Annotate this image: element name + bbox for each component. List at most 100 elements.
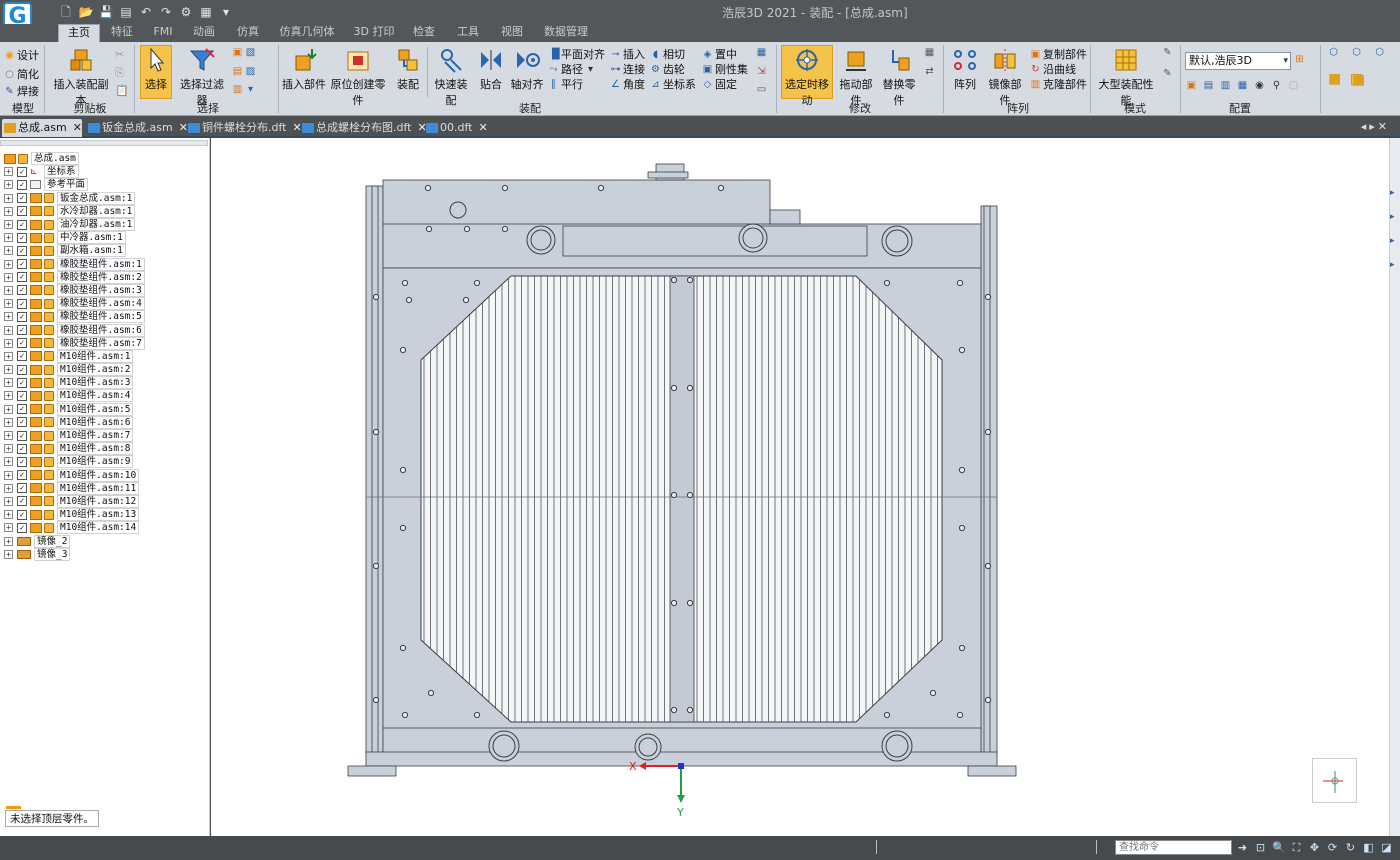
rigid-set-button[interactable]: ▣ 刚性集: [702, 61, 748, 77]
visibility-checkbox[interactable]: ✓: [17, 193, 27, 204]
visibility-checkbox[interactable]: ✓: [17, 364, 27, 375]
close-icon[interactable]: ✕: [73, 121, 82, 134]
view-style-icon[interactable]: ◧: [1362, 841, 1375, 854]
fit-view-icon[interactable]: ⛶: [1290, 841, 1303, 854]
tab-data-management[interactable]: 数据管理: [538, 24, 594, 42]
fix-button[interactable]: ◇ 固定: [702, 76, 737, 92]
visibility-checkbox[interactable]: ✓: [17, 417, 27, 428]
expand-icon[interactable]: +: [4, 510, 13, 520]
along-curve-button[interactable]: ↻ 沿曲线: [1030, 61, 1076, 77]
tab-sim-geometry[interactable]: 仿真几何体: [276, 24, 338, 42]
center-button[interactable]: ◈ 置中: [702, 46, 737, 62]
configuration-select[interactable]: 默认,浩辰3D ▾: [1185, 52, 1291, 70]
open-icon[interactable]: 📂: [78, 4, 94, 20]
expand-icon[interactable]: +: [4, 206, 13, 216]
expand-icon[interactable]: +: [4, 167, 13, 177]
radiator-assembly-model[interactable]: XY: [211, 138, 1389, 836]
redo-icon[interactable]: ↷: [158, 4, 174, 20]
gear-button[interactable]: ⚙ 齿轮: [650, 61, 685, 77]
saveas-icon[interactable]: ▤: [118, 4, 134, 20]
expand-icon[interactable]: +: [4, 391, 13, 401]
expand-icon[interactable]: +: [4, 325, 13, 335]
coordinate-system-button[interactable]: ⊿ 坐标系: [650, 76, 696, 92]
iso-view-1-icon[interactable]: ⬡: [1328, 47, 1339, 58]
undo-icon[interactable]: ↶: [138, 4, 154, 20]
modify-extra-icon-2[interactable]: ⇄: [924, 66, 935, 77]
tree-item[interactable]: + ✓ 橡胶垫组件.asm:4: [4, 297, 145, 311]
tree-item[interactable]: + ✓ M10组件.asm:6: [4, 415, 145, 429]
tab-fmi[interactable]: FMI: [146, 24, 180, 42]
select-tool-icon-1[interactable]: ▣ ▧: [232, 47, 256, 58]
orbit-icon[interactable]: ↻: [1344, 841, 1357, 854]
visibility-checkbox[interactable]: ✓: [17, 285, 27, 296]
simplify-mode-option[interactable]: ○ 简化: [4, 66, 39, 82]
config-tool-4-icon[interactable]: ▦: [1237, 80, 1248, 91]
tab-animation[interactable]: 动画: [186, 24, 222, 42]
visibility-checkbox[interactable]: ✓: [17, 298, 27, 309]
dock-icon[interactable]: ▸: [1390, 236, 1400, 246]
visibility-checkbox[interactable]: ✓: [17, 206, 27, 217]
view-cube[interactable]: [1312, 758, 1357, 803]
close-icon[interactable]: ✕: [478, 121, 487, 134]
visibility-checkbox[interactable]: ✓: [17, 496, 27, 507]
visibility-checkbox[interactable]: ✓: [17, 245, 27, 256]
insert-assembly-copy-button[interactable]: 插入装配副本: [50, 46, 112, 108]
iso-view-2-icon[interactable]: ⬡: [1351, 47, 1362, 58]
replace-part-button[interactable]: 替换零件: [878, 46, 920, 108]
selection-filter-button[interactable]: 选择过滤器: [176, 46, 228, 108]
expand-icon[interactable]: +: [4, 431, 13, 441]
shaded-cube-icon[interactable]: ■: [1328, 72, 1341, 86]
select-tool-icon-2[interactable]: ▤ ▨: [232, 66, 256, 77]
shaded-edges-cube-icon[interactable]: ■: [1351, 73, 1365, 87]
parallel-button[interactable]: ∥ 平行: [548, 76, 583, 92]
expand-icon[interactable]: +: [4, 549, 13, 559]
visibility-checkbox[interactable]: ✓: [17, 272, 27, 283]
paste-icon[interactable]: 📋: [115, 84, 129, 97]
more-icon[interactable]: ▾: [218, 4, 234, 20]
pattern-button[interactable]: 阵列: [948, 46, 982, 92]
connect-button[interactable]: ⊶ 连接: [610, 61, 646, 77]
tree-item[interactable]: + ✓ 橡胶垫组件.asm:2: [4, 270, 145, 284]
tab-features[interactable]: 特征: [104, 24, 140, 42]
move-on-select-button[interactable]: 选定时移动: [781, 45, 833, 107]
tree-item[interactable]: + ✓ 油冷却器.asm:1: [4, 218, 145, 232]
expand-icon[interactable]: +: [4, 312, 13, 322]
visibility-checkbox[interactable]: ✓: [17, 443, 27, 454]
graphics-viewport[interactable]: XY: [211, 138, 1389, 836]
axial-align-button[interactable]: 轴对齐: [510, 46, 544, 92]
config-tool-2-icon[interactable]: ▤: [1203, 80, 1214, 91]
tab-simulation[interactable]: 仿真: [230, 24, 266, 42]
config-save-icon[interactable]: ⊞: [1294, 54, 1305, 65]
doc-tab-bolt-layout-dft[interactable]: 总成螺栓分布图.dft ✕: [300, 119, 427, 137]
panel-resize-handle[interactable]: [0, 140, 208, 146]
doc-tab-00-dft[interactable]: 00.dft ✕: [424, 119, 488, 137]
assemble-extra-icon-1[interactable]: ▦: [756, 47, 767, 58]
tree-item-mirror[interactable]: + 镜像_3: [4, 547, 145, 561]
expand-icon[interactable]: +: [4, 180, 13, 190]
plane-align-button[interactable]: ▐▌ 平面对齐: [548, 46, 605, 62]
tree-root[interactable]: 总成.asm: [4, 152, 145, 166]
assemble-button[interactable]: 装配: [392, 46, 424, 92]
angle-button[interactable]: ∠ 角度: [610, 76, 645, 92]
visibility-checkbox[interactable]: ✓: [17, 456, 27, 467]
visibility-checkbox[interactable]: ✓: [17, 311, 27, 322]
expand-icon[interactable]: +: [4, 417, 13, 427]
expand-icon[interactable]: +: [4, 233, 13, 243]
expand-icon[interactable]: +: [4, 285, 13, 295]
tree-item[interactable]: + ✓ M10组件.asm:12: [4, 494, 145, 508]
visibility-checkbox[interactable]: ✓: [17, 259, 27, 270]
visibility-checkbox[interactable]: ✓: [17, 166, 27, 177]
large-assembly-button[interactable]: 大型装配性能: [1094, 46, 1158, 108]
tree-item[interactable]: + ✓ M10组件.asm:9: [4, 455, 145, 469]
arrow-right-icon[interactable]: ➜: [1236, 841, 1249, 854]
tree-item[interactable]: + ✓ 中冷器.asm:1: [4, 231, 145, 245]
shading-icon[interactable]: ◪: [1380, 841, 1393, 854]
visibility-checkbox[interactable]: ✓: [17, 430, 27, 441]
options-icon[interactable]: ⚙: [178, 4, 194, 20]
clone-part-button[interactable]: ▥ 克隆部件: [1030, 76, 1087, 92]
layers-icon[interactable]: ▦: [198, 4, 214, 20]
mate-button[interactable]: 贴合: [476, 46, 506, 92]
config-tool-6-icon[interactable]: ⚲: [1271, 80, 1282, 91]
tree-item[interactable]: + ✓ 橡胶垫组件.asm:1: [4, 257, 145, 271]
visibility-checkbox[interactable]: ✓: [17, 509, 27, 520]
